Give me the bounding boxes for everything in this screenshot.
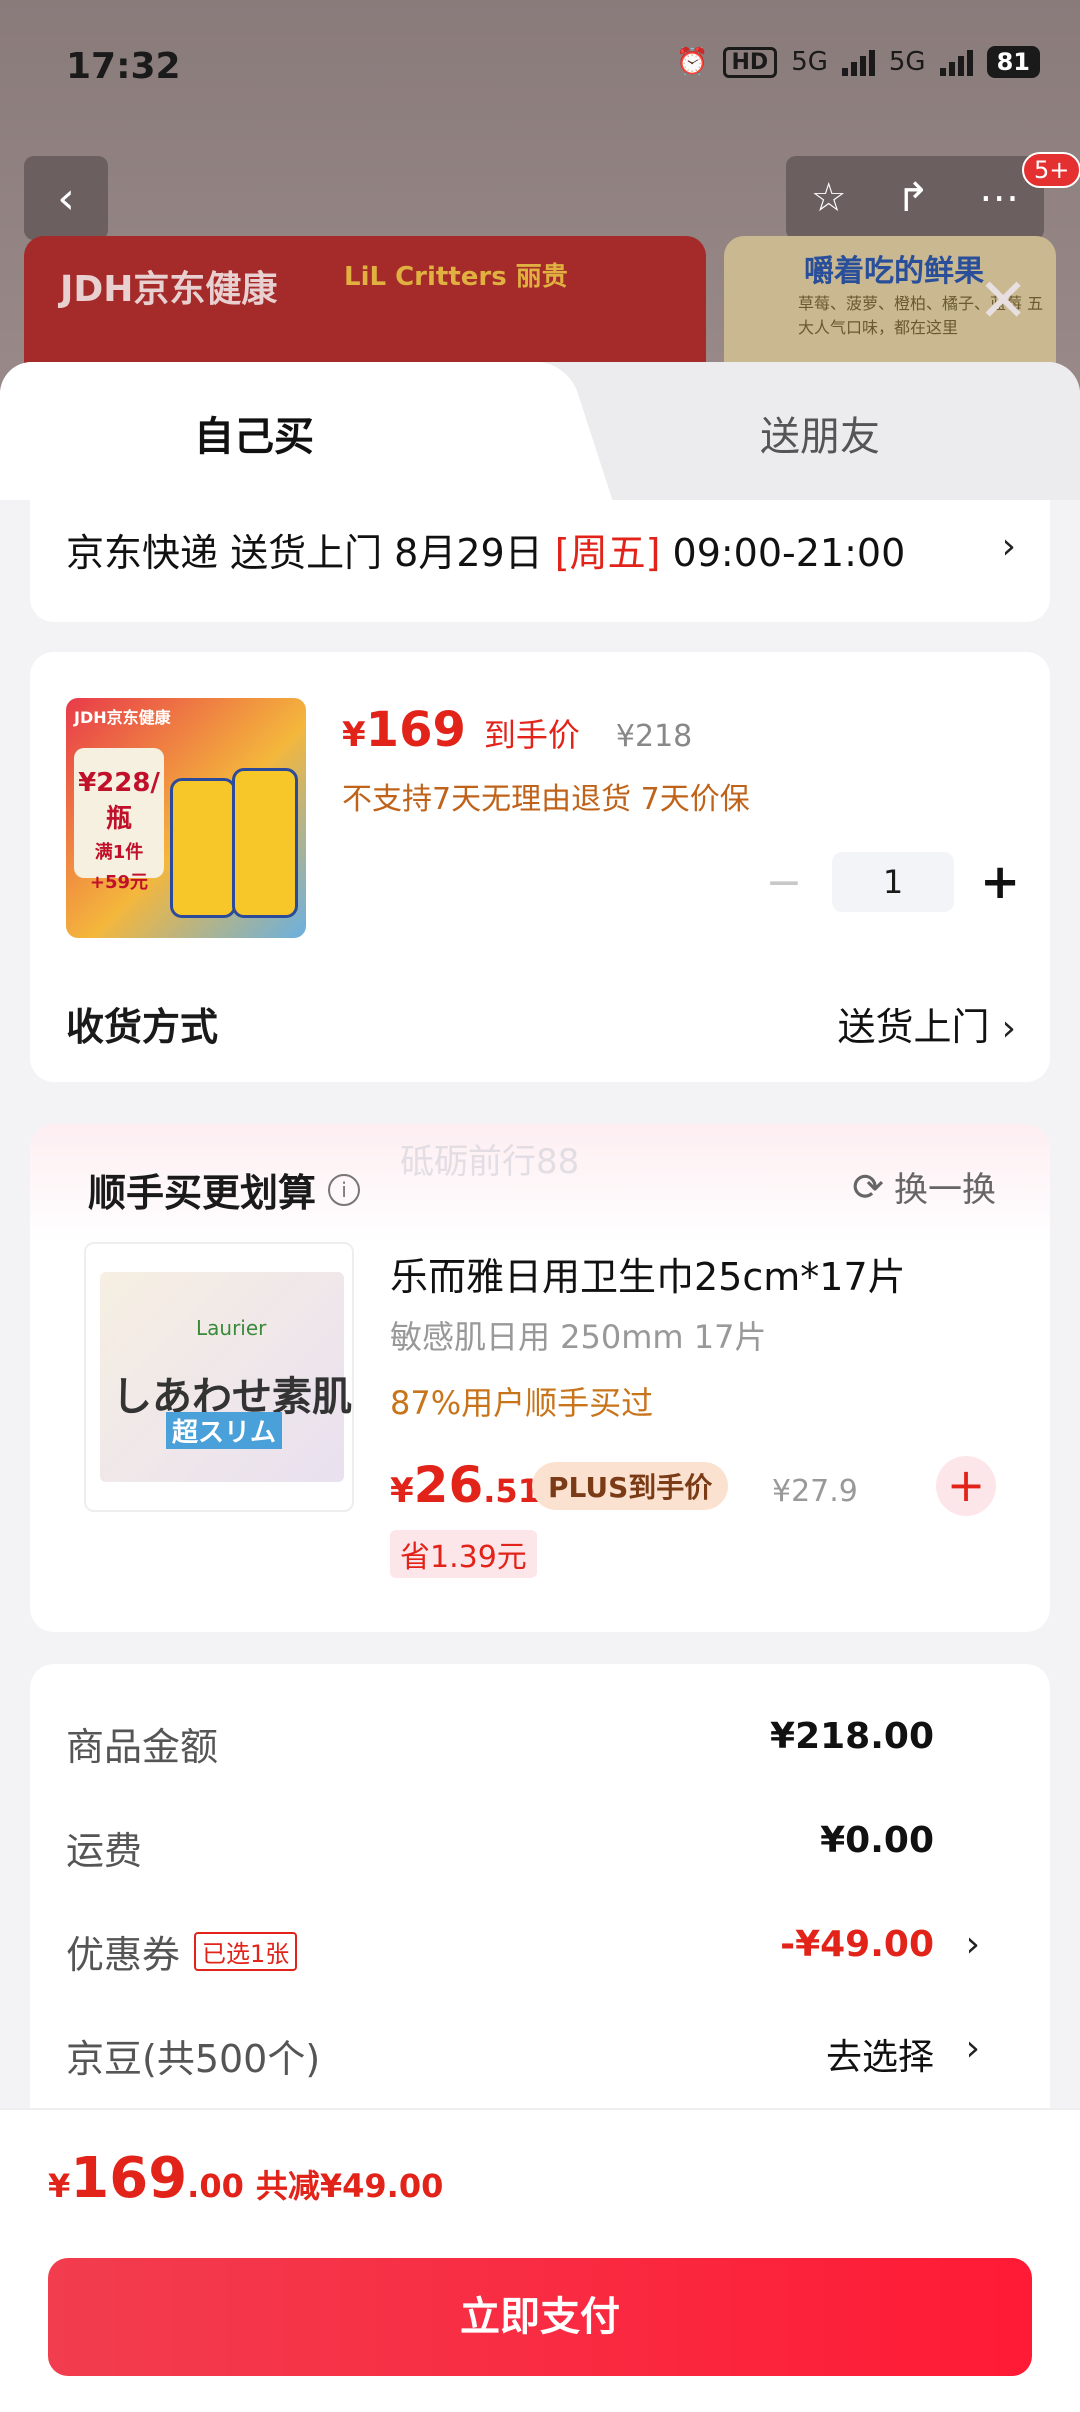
price-label: 到手价 — [483, 716, 580, 754]
star-icon[interactable]: ☆ — [811, 175, 847, 221]
chevron-right-icon: › — [1001, 526, 1016, 567]
addon-product-image[interactable]: Laurier しあわせ素肌 超スリム — [84, 1242, 354, 1512]
goods-amount-row: 商品金额 ¥218.00 — [66, 1716, 934, 1769]
checkout-bar: ¥ 169 .00 共减¥49.00 立即支付 — [0, 2108, 1080, 2412]
more-icon[interactable]: ⋯ — [979, 175, 1019, 221]
addon-heading: 顺手买更划算 i — [88, 1162, 361, 1217]
delivery-weekday: [周五] — [554, 531, 661, 575]
beans-select: 去选择 — [825, 2037, 934, 2078]
return-policy-note: 不支持7天无理由退货 7天价保 — [342, 782, 750, 817]
hd-icon: HD — [722, 46, 778, 78]
signal-1-icon — [841, 48, 875, 76]
status-time: 17:32 — [66, 46, 181, 87]
product-image-price: ¥228/瓶 满1件 +59元 — [74, 748, 164, 893]
info-icon[interactable]: i — [328, 1173, 361, 1206]
decrease-button[interactable]: − — [754, 857, 814, 908]
delivery-row[interactable]: 京东快递 送货上门 8月29日 [周五] 09:00-21:00 › — [30, 500, 1050, 622]
quantity-field[interactable]: 1 — [832, 852, 954, 912]
increase-button[interactable]: + — [980, 854, 1020, 910]
promo-title: 嚼着吃的鲜果 — [804, 254, 984, 289]
add-to-order-button[interactable]: + — [936, 1456, 996, 1516]
status-bar: 17:32 ⏰ HD 5G 5G 81 — [0, 0, 1080, 140]
network-2-label: 5G — [888, 47, 926, 77]
chevron-right-icon: › — [965, 1924, 980, 1965]
addon-bought: 87%用户顺手买过 — [390, 1384, 654, 1422]
addon-original-price: ¥27.9 — [772, 1474, 858, 1509]
original-price: ¥218 — [615, 719, 693, 754]
refresh-icon: ⟳ — [852, 1164, 884, 1209]
product-card: JDH京东健康 ¥228/瓶 满1件 +59元 ¥ 169 到手价 ¥218 不支… — [30, 652, 1050, 1082]
total-price: ¥ 169 .00 共减¥49.00 — [48, 2146, 444, 2211]
status-icons: ⏰ HD 5G 5G 81 — [676, 46, 1040, 78]
top-actions: ☆ ↱ ⋯ — [786, 156, 1044, 240]
shipping-method-value[interactable]: 送货上门 › — [837, 996, 1016, 1051]
addon-save-badge: 省1.39元 — [390, 1530, 537, 1578]
chevron-left-icon: ‹ — [57, 172, 75, 224]
chevron-right-icon: › — [965, 2028, 980, 2069]
tab-self[interactable]: 自己买 — [0, 362, 560, 500]
chevron-right-icon: › — [1001, 1008, 1016, 1049]
addon-price: ¥ 26 .51 — [390, 1456, 540, 1514]
watermark: 砥砺前行88 — [400, 1142, 580, 1182]
back-button[interactable]: ‹ — [24, 156, 108, 240]
total-reduced: 共减¥49.00 — [255, 2167, 444, 2205]
share-icon[interactable]: ↱ — [896, 175, 930, 221]
swap-button[interactable]: ⟳ 换一换 — [852, 1162, 996, 1211]
shipping-method-label: 收货方式 — [66, 1005, 219, 1049]
freight-row: 运费 ¥0.00 — [66, 1820, 934, 1873]
pay-now-button[interactable]: 立即支付 — [48, 2258, 1032, 2376]
addon-card: 砥砺前行88 顺手买更划算 i ⟳ 换一换 Laurier しあわせ素肌 超スリ… — [30, 1124, 1050, 1632]
banner-brand: JDH京东健康 — [60, 269, 278, 310]
coupon-selected-badge: 已选1张 — [194, 1932, 298, 1971]
coupon-row[interactable]: 优惠券 已选1张 -¥49.00 › — [66, 1924, 1014, 1984]
addon-title[interactable]: 乐而雅日用卫生巾25cm*17片 — [390, 1246, 906, 1301]
network-1-label: 5G — [791, 47, 828, 77]
product-image: JDH京东健康 ¥228/瓶 满1件 +59元 — [66, 698, 306, 938]
coupon-value: -¥49.00 — [780, 1924, 934, 1965]
product-image-brand: JDH京东健康 — [74, 708, 171, 727]
signal-2-icon — [939, 48, 973, 76]
banner-sub-brand: LiL Critters 丽贵 — [344, 262, 568, 292]
alarm-icon: ⏰ — [676, 47, 709, 77]
notification-badge: 5+ — [1022, 152, 1080, 188]
price-summary: 商品金额 ¥218.00 运费 ¥0.00 优惠券 已选1张 -¥49.00 › … — [30, 1664, 1050, 2164]
purchase-tabs: 自己买 送朋友 — [0, 362, 1080, 500]
plus-price-tag: PLUS到手价 — [532, 1462, 729, 1510]
tab-gift[interactable]: 送朋友 — [760, 404, 880, 462]
quantity-stepper: − 1 + — [754, 852, 1020, 912]
product-price: ¥ 169 到手价 ¥218 — [342, 702, 693, 758]
tab-self-label: 自己买 — [194, 414, 314, 460]
addon-spec: 敏感肌日用 250mm 17片 — [390, 1318, 767, 1356]
order-sheet: 自己买 送朋友 京东快递 送货上门 8月29日 [周五] 09:00-21:00… — [0, 362, 1080, 2412]
battery-icon: 81 — [986, 46, 1040, 78]
delivery-text: 京东快递 送货上门 8月29日 [周五] 09:00-21:00 — [66, 531, 906, 575]
jd-beans-row[interactable]: 京豆(共500个) 去选择 › — [66, 2028, 1014, 2088]
close-icon[interactable]: ✕ — [978, 266, 1028, 336]
